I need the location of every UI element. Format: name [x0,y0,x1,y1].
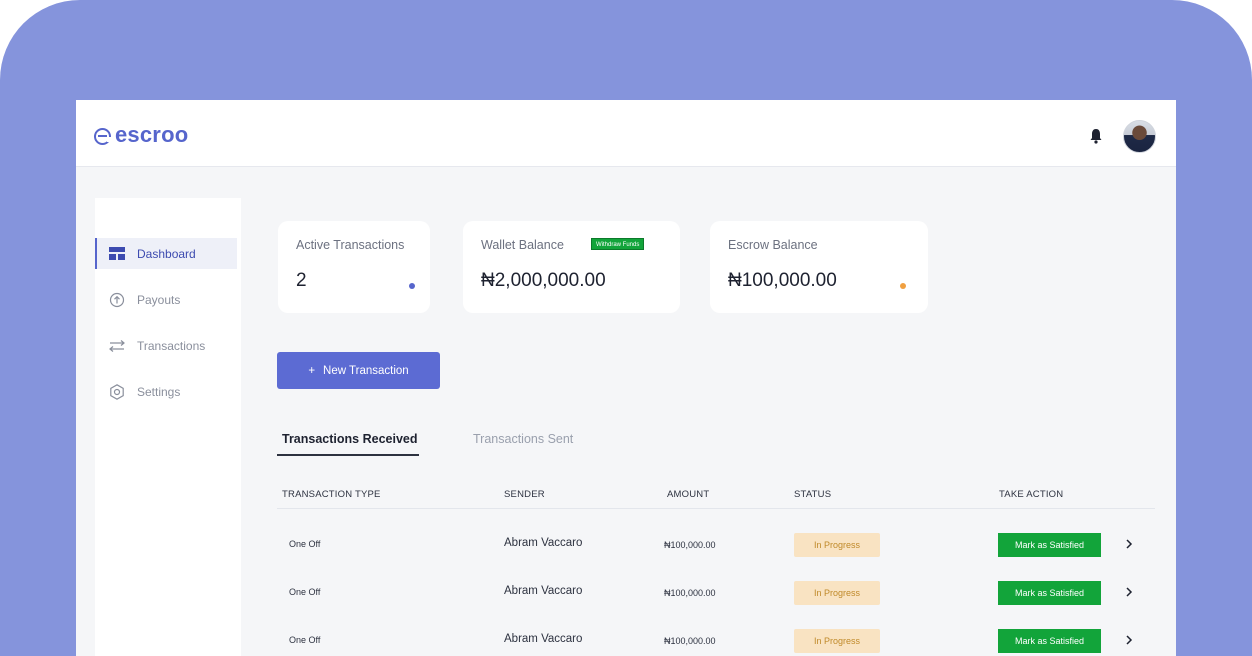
cell-amount: ₦100,000.00 [664,540,716,550]
status-dot [409,283,415,289]
cell-sender: Abram Vaccaro [504,585,583,597]
withdraw-funds-button[interactable]: Withdraw Funds [591,238,645,250]
app-logo[interactable]: escroo [94,122,189,147]
card-value: 2 [296,270,307,291]
logo-text: escroo [115,122,189,147]
gear-icon [109,383,125,400]
new-transaction-button[interactable]: + New Transaction [277,352,440,389]
table-header-divider [277,508,1155,509]
sidebar-item-label: Transactions [137,338,206,353]
wallet-balance-card: Wallet Balance Withdraw Funds ₦2,000,000… [463,221,680,313]
column-header-action: TAKE ACTION [999,489,1064,500]
cell-type: One Off [289,635,321,645]
table-row[interactable]: One Off Abram Vaccaro ₦100,000.00 In Pro… [277,578,1155,608]
cell-sender: Abram Vaccaro [504,633,583,645]
sidebar-item-transactions[interactable]: Transactions [95,330,237,361]
card-label: Escrow Balance [728,238,818,252]
sidebar-item-payouts[interactable]: Payouts [95,284,237,315]
logo-mark-icon [94,127,112,145]
tab-transactions-sent[interactable]: Transactions Sent [473,432,573,446]
active-transactions-card: Active Transactions 2 [278,221,430,313]
column-header-amount: AMOUNT [667,489,710,500]
user-avatar[interactable] [1123,120,1156,153]
swap-arrows-icon [109,338,125,354]
mark-as-satisfied-button[interactable]: Mark as Satisfied [998,533,1101,557]
column-header-status: STATUS [794,489,832,500]
mark-as-satisfied-button[interactable]: Mark as Satisfied [998,581,1101,605]
arrow-up-circle-icon [109,292,125,308]
sidebar-item-label: Settings [137,384,181,399]
chevron-right-icon[interactable] [1124,634,1134,646]
sidebar-item-label: Payouts [137,292,181,307]
sidebar-item-dashboard[interactable]: Dashboard [95,238,237,269]
sidebar: Dashboard Payouts Transactions Settings [95,198,241,656]
top-bar: escroo [76,100,1176,167]
chevron-right-icon[interactable] [1124,538,1134,550]
table-row[interactable]: One Off Abram Vaccaro ₦100,000.00 In Pro… [277,530,1155,560]
card-value: ₦100,000.00 [728,270,837,291]
sidebar-item-settings[interactable]: Settings [95,376,237,407]
plus-icon: + [308,364,316,377]
status-dot [900,283,906,289]
column-header-sender: SENDER [504,489,545,500]
bell-icon[interactable] [1089,128,1103,144]
cell-type: One Off [289,587,321,597]
tab-transactions-received[interactable]: Transactions Received [282,432,417,446]
mark-as-satisfied-button[interactable]: Mark as Satisfied [998,629,1101,653]
active-tab-indicator [277,454,419,456]
cell-type: One Off [289,539,321,549]
app-screen: escroo Dashboard Payouts Transactions Se… [76,100,1176,656]
sidebar-item-label: Dashboard [137,246,196,261]
card-value: ₦2,000,000.00 [481,270,606,291]
column-header-type: TRANSACTION TYPE [282,489,381,500]
status-badge: In Progress [794,629,880,653]
cell-sender: Abram Vaccaro [504,537,583,549]
card-label: Active Transactions [296,238,405,252]
chevron-right-icon[interactable] [1124,586,1134,598]
cell-amount: ₦100,000.00 [664,636,716,646]
table-row[interactable]: One Off Abram Vaccaro ₦100,000.00 In Pro… [277,626,1155,656]
button-label: New Transaction [323,364,409,377]
device-frame: escroo Dashboard Payouts Transactions Se… [0,0,1252,656]
status-badge: In Progress [794,581,880,605]
status-badge: In Progress [794,533,880,557]
card-label: Wallet Balance [481,238,564,252]
cell-amount: ₦100,000.00 [664,588,716,598]
dashboard-icon [109,246,125,262]
escrow-balance-card: Escrow Balance ₦100,000.00 [710,221,928,313]
